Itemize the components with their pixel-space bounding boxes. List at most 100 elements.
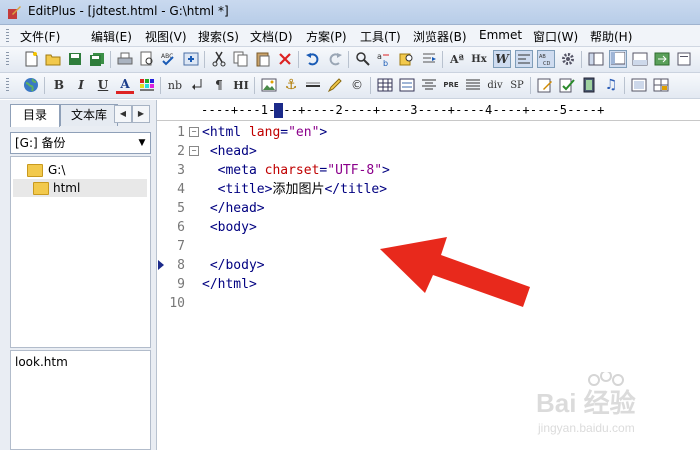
copy-icon[interactable] (232, 50, 250, 68)
validate-check-icon[interactable] (558, 76, 576, 94)
menu-browser[interactable]: 浏览器(B) (413, 28, 467, 45)
preferences-gear-icon[interactable] (559, 50, 577, 68)
nbsp-button[interactable]: nb (166, 76, 184, 94)
open-folder-icon[interactable] (44, 50, 62, 68)
toolbar-separator (298, 51, 299, 68)
grid-icon[interactable] (652, 76, 670, 94)
code-token-tag: </title> (324, 182, 388, 197)
paragraph-button[interactable]: ¶ (210, 76, 228, 94)
print-icon[interactable] (116, 50, 134, 68)
file-item[interactable]: look.htm (15, 353, 68, 371)
list-icon[interactable] (464, 76, 482, 94)
bold-button[interactable]: B (50, 76, 68, 94)
folder-item-html[interactable]: html (13, 179, 147, 197)
globe-icon[interactable] (22, 76, 40, 94)
italic-button[interactable]: I (72, 76, 90, 94)
hex-viewer-icon[interactable]: Hx (470, 50, 488, 68)
tab-scroll-left-icon[interactable]: ◀ (114, 105, 132, 123)
code-line[interactable]: 5 </head> (157, 199, 700, 218)
replace-icon[interactable]: ab (376, 50, 394, 68)
align-center-icon[interactable] (420, 76, 438, 94)
save-icon[interactable] (66, 50, 84, 68)
font-color-button[interactable]: A (116, 76, 134, 94)
folder-item-drive[interactable]: G:\ (13, 161, 147, 179)
watermark-brand: Bai 经验 (536, 388, 636, 418)
editplus-app-icon[interactable] (6, 4, 22, 20)
code-line[interactable]: 1− <html lang="en"> (157, 123, 700, 142)
tab-directory[interactable]: 目录 (10, 104, 60, 127)
paste-icon[interactable] (254, 50, 272, 68)
watermark-url: jingyan.baidu.com (537, 421, 635, 435)
table-icon[interactable] (376, 76, 394, 94)
find-in-files-icon[interactable] (398, 50, 416, 68)
undo-icon[interactable] (304, 50, 322, 68)
goto-line-icon[interactable] (420, 50, 438, 68)
menu-view[interactable]: 视图(V) (145, 28, 187, 45)
font-size-icon[interactable]: Aª (448, 50, 466, 68)
tab-scroll-right-icon[interactable]: ▶ (132, 105, 150, 123)
anchor-icon[interactable]: ⚓ (282, 76, 300, 94)
form-icon[interactable] (398, 76, 416, 94)
menu-project[interactable]: 方案(P) (306, 28, 347, 45)
word-wrap-icon[interactable]: W (493, 50, 511, 68)
find-icon[interactable] (354, 50, 372, 68)
line-break-icon[interactable] (188, 76, 206, 94)
code-text: <meta charset="UTF-8"> (202, 161, 390, 180)
ruler-scale: ----+---1----+----2----+----3----+----4-… (201, 103, 605, 117)
underline-button[interactable]: U (94, 76, 112, 94)
output-window-icon[interactable] (631, 50, 649, 68)
menu-search[interactable]: 搜索(S) (198, 28, 239, 45)
code-line[interactable]: 3 <meta charset="UTF-8"> (157, 161, 700, 180)
code-token-str: "UTF-8" (327, 163, 383, 178)
code-token-tag: </html> (202, 277, 257, 292)
fold-toggle-icon[interactable]: − (189, 146, 199, 156)
heading-button[interactable]: HI (232, 76, 250, 94)
div-button[interactable]: div (486, 76, 504, 94)
music-note-icon[interactable]: ♫ (602, 76, 620, 94)
preformatted-button[interactable]: PRE (442, 76, 460, 94)
color-picker-icon[interactable] (138, 76, 156, 94)
tab-cliptext[interactable]: 文本库 (60, 104, 118, 126)
fold-toggle-icon[interactable]: − (189, 127, 199, 137)
menu-edit[interactable]: 编辑(E) (91, 28, 132, 45)
cut-icon[interactable] (210, 50, 228, 68)
browser-preview-icon[interactable] (182, 50, 200, 68)
html-toolbar-edit-icon[interactable] (536, 76, 554, 94)
menu-emmet[interactable]: Emmet (479, 28, 522, 42)
new-file-icon[interactable] (22, 50, 40, 68)
menu-help[interactable]: 帮助(H) (590, 28, 632, 45)
drive-select-value: [G:] 备份 (15, 136, 66, 150)
ruler-icon[interactable]: AB CD (537, 50, 555, 68)
toolbar-grip (6, 78, 9, 93)
chevron-down-icon[interactable]: ▼ (134, 133, 150, 153)
span-button[interactable]: SP (508, 76, 526, 94)
drive-select[interactable]: [G:] 备份 ▼ (10, 132, 151, 154)
delete-icon[interactable] (276, 50, 294, 68)
image-icon[interactable] (260, 76, 278, 94)
code-line[interactable]: 2− <head> (157, 142, 700, 161)
frame-icon[interactable] (630, 76, 648, 94)
video-icon[interactable] (580, 76, 598, 94)
copyright-icon[interactable]: © (348, 76, 366, 94)
menu-document[interactable]: 文档(D) (250, 28, 293, 45)
horizontal-rule-icon[interactable] (304, 76, 322, 94)
redo-icon[interactable] (326, 50, 344, 68)
cliptext-window-icon[interactable] (587, 50, 605, 68)
menu-tools[interactable]: 工具(T) (360, 28, 401, 45)
line-number: 1 (177, 125, 185, 140)
bookmark-window-icon[interactable] (675, 50, 693, 68)
code-text: </head> (202, 199, 265, 218)
code-line[interactable]: 4 <title>添加图片</title> (157, 180, 700, 199)
toolbar-separator (348, 51, 349, 68)
directory-window-icon[interactable] (609, 50, 627, 68)
comment-pencil-icon[interactable] (326, 76, 344, 94)
fullscreen-icon[interactable] (653, 50, 671, 68)
menu-window[interactable]: 窗口(W) (533, 28, 578, 45)
menu-file[interactable]: 文件(F) (20, 28, 60, 45)
print-preview-icon[interactable] (138, 50, 156, 68)
line-numbers-icon[interactable] (515, 50, 533, 68)
spell-check-icon[interactable]: ABC (160, 50, 178, 68)
save-all-icon[interactable] (88, 50, 106, 68)
